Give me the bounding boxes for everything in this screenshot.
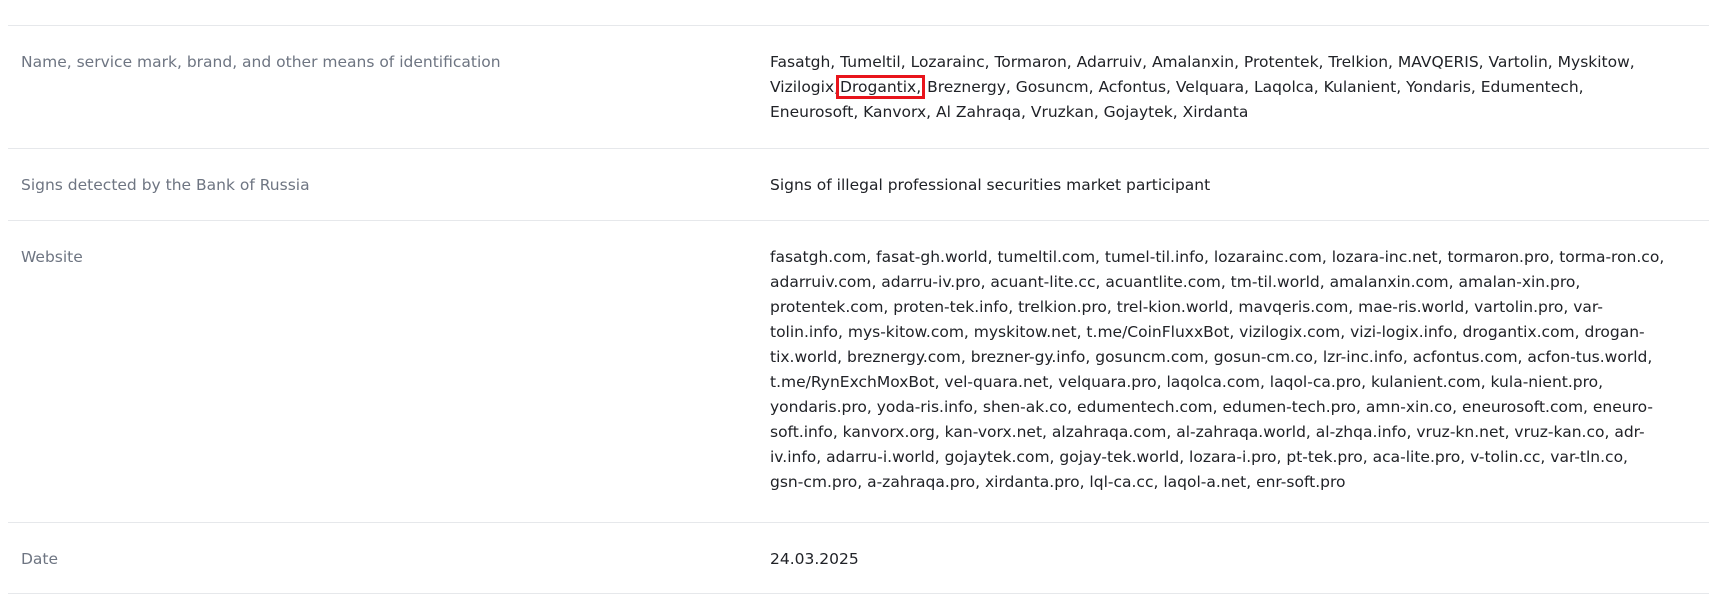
table-row-name: Name, service mark, brand, and other mea… [8, 25, 1709, 148]
highlighted-name: Drogantix, [836, 75, 926, 99]
table-row-date: Date 24.03.2025 [8, 522, 1709, 594]
website-line: tix.world, breznergy.com, brezner-gy.inf… [770, 348, 1653, 366]
website-line: iv.info, adarru-i.world, gojaytek.com, g… [770, 448, 1628, 466]
row-value-signs: Signs of illegal professional securities… [770, 176, 1211, 194]
row-label-signs: Signs detected by the Bank of Russia [21, 176, 310, 194]
row-label-website: Website [21, 248, 83, 266]
website-line: t.me/RynExchMoxBot, vel-quara.net, velqu… [770, 373, 1604, 391]
table-row-website: Website fasatgh.com, fasat-gh.world, tum… [8, 220, 1709, 522]
website-line: yondaris.pro, yoda-ris.info, shen-ak.co,… [770, 398, 1654, 416]
row-label-name: Name, service mark, brand, and other mea… [21, 53, 501, 71]
row-value-date: 24.03.2025 [770, 550, 859, 568]
name-line-2: Vizilogix,Drogantix, Breznergy, Gosuncm,… [770, 75, 1709, 100]
row-label-date: Date [21, 550, 59, 568]
name-line-2-before: Vizilogix, [770, 78, 840, 96]
name-line-1: Fasatgh, Tumeltil, Lozarainc, Tormaron, … [770, 53, 1635, 71]
table-row-signs: Signs detected by the Bank of Russia Sig… [8, 148, 1709, 220]
website-line: soft.info, kanvorx.org, kan-vorx.net, al… [770, 423, 1645, 441]
website-line: gsn-cm.pro, a-zahraqa.pro, xirdanta.pro,… [770, 473, 1346, 491]
name-line-3: Eneurosoft, Kanvorx, Al Zahraqa, Vruzkan… [770, 103, 1249, 121]
row-value-website: fasatgh.com, fasat-gh.world, tumeltil.co… [770, 245, 1709, 522]
row-value-name: Fasatgh, Tumeltil, Lozarainc, Tormaron, … [770, 50, 1709, 148]
website-line: tolin.info, mys-kitow.com, myskitow.net,… [770, 323, 1645, 341]
website-line: protentek.com, proten-tek.info, trelkion… [770, 298, 1603, 316]
info-table: Name, service mark, brand, and other mea… [8, 25, 1709, 594]
name-line-2-after: Breznergy, Gosuncm, Acfontus, Velquara, … [927, 78, 1584, 96]
website-line: fasatgh.com, fasat-gh.world, tumeltil.co… [770, 248, 1665, 266]
website-line: adarruiv.com, adarru-iv.pro, acuant-lite… [770, 273, 1581, 291]
